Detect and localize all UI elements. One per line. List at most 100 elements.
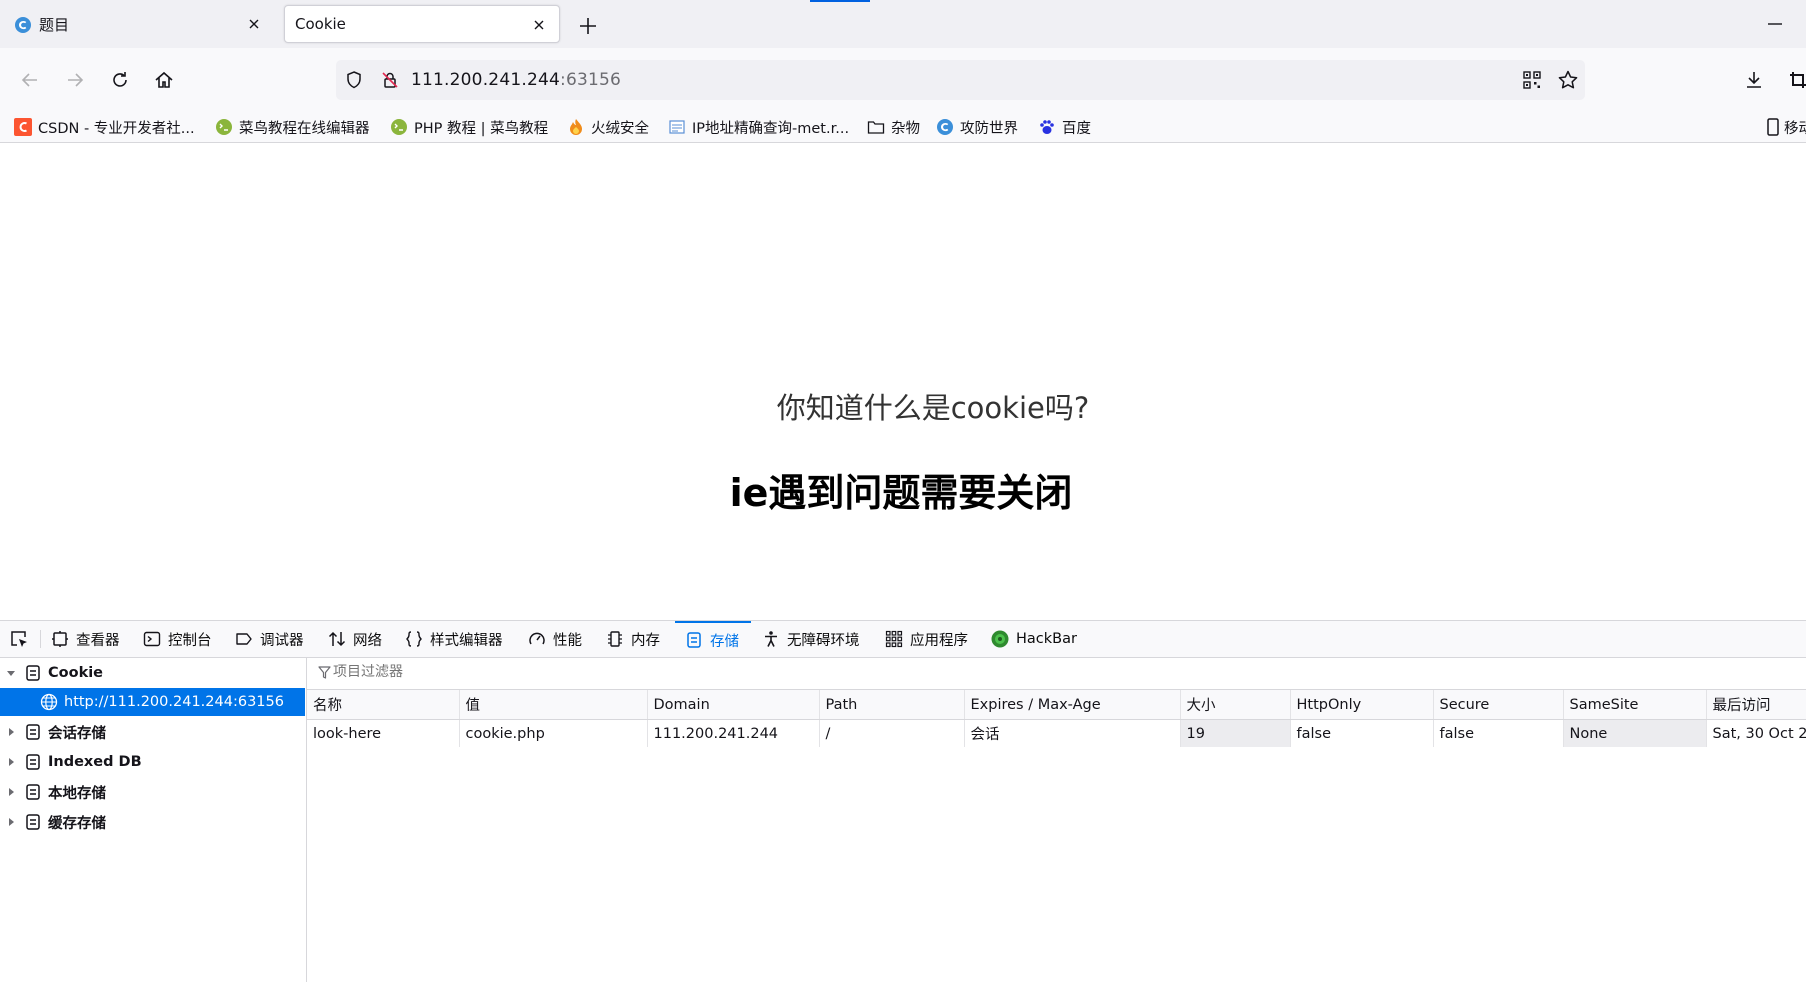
bookmark-label: CSDN - 专业开发者社... [38, 120, 195, 137]
page-question-label: 你知道什么是cookie吗? [776, 391, 1090, 425]
url-text[interactable]: 111.200.241.244:63156 [411, 70, 621, 90]
devtools-tab-performance[interactable]: 性能 [528, 621, 582, 657]
tree-item-indexed-db[interactable]: Indexed DB [0, 748, 306, 776]
cell-value[interactable]: cookie.php [459, 719, 648, 747]
collapsed-arrow-icon[interactable] [6, 757, 16, 767]
collapsed-arrow-icon[interactable] [6, 817, 16, 827]
screenshot-crop-icon[interactable] [1788, 69, 1806, 91]
download-icon[interactable] [1743, 69, 1765, 91]
devtools-tab-label: 无障碍环境 [787, 632, 860, 649]
minimize-window-icon[interactable] [1765, 18, 1785, 30]
tree-item-local-storage[interactable]: 本地存储 [0, 778, 306, 806]
page-icon [669, 120, 685, 134]
huorong-icon [570, 119, 582, 135]
cell-size[interactable]: 19 [1180, 719, 1291, 747]
collapsed-arrow-icon[interactable] [6, 787, 16, 797]
tree-item-label: 会话存储 [48, 725, 106, 742]
column-header-domain[interactable]: Domain [647, 690, 820, 720]
devtools-tab-debugger[interactable]: 调试器 [235, 621, 304, 657]
storage-icon [687, 632, 701, 648]
bookmark-php-tutorial[interactable]: PHP 教程 | 菜鸟教程 [390, 112, 548, 142]
devtools-tab-console[interactable]: 控制台 [143, 621, 212, 657]
cell-secure[interactable]: false [1433, 719, 1564, 747]
expanded-arrow-icon[interactable] [6, 668, 16, 678]
qr-code-icon[interactable] [1522, 70, 1542, 90]
accessibility-icon [765, 631, 777, 647]
column-header-httponly[interactable]: HttpOnly [1290, 690, 1434, 720]
bookmark-csdn[interactable]: CSDN - 专业开发者社... [14, 112, 195, 142]
column-header-size[interactable]: 大小 [1180, 690, 1291, 720]
bookmark-label: 菜鸟教程在线编辑器 [239, 120, 370, 137]
tab-drag-indicator [810, 0, 870, 2]
runoob-icon [216, 119, 232, 135]
performance-icon [529, 632, 545, 645]
table-row[interactable]: look-here cookie.php 111.200.241.244 / 会… [307, 719, 1806, 747]
application-icon [885, 630, 903, 648]
hackbar-icon [991, 630, 1009, 648]
column-header-value[interactable]: 值 [459, 690, 648, 720]
bookmark-mobile[interactable]: 移动 [1766, 112, 1806, 142]
cell-path[interactable]: / [819, 719, 965, 747]
tree-item-cookies[interactable]: Cookie [0, 659, 306, 687]
column-header-path[interactable]: Path [819, 690, 965, 720]
devtools-tab-label: 调试器 [260, 632, 304, 649]
tab-topic[interactable]: 题目 [6, 5, 274, 43]
collapsed-arrow-icon[interactable] [6, 727, 16, 737]
column-header-secure[interactable]: Secure [1433, 690, 1564, 720]
globe-icon [937, 119, 953, 135]
column-header-expires[interactable]: Expires / Max-Age [964, 690, 1181, 720]
devtools-tab-label: 控制台 [168, 632, 212, 649]
new-tab-icon[interactable] [576, 14, 600, 38]
storage-icon [26, 724, 40, 740]
shield-icon[interactable] [344, 70, 364, 90]
url-host: 111.200.241.244 [411, 70, 561, 90]
storage-icon [26, 784, 40, 800]
bookmark-label: 杂物 [891, 120, 920, 137]
baidu-icon [1040, 120, 1054, 134]
bookmark-huorong[interactable]: 火绒安全 [567, 112, 649, 142]
bookmark-label: 攻防世界 [960, 120, 1018, 137]
tree-item-label: 本地存储 [48, 785, 106, 802]
bookmark-star-icon[interactable] [1557, 69, 1579, 91]
bookmark-ip-lookup[interactable]: IP地址精确查询-met.r... [668, 112, 849, 142]
column-header-samesite[interactable]: SameSite [1563, 690, 1707, 720]
reload-icon[interactable] [109, 69, 131, 91]
devtools-tab-label: 网络 [353, 632, 382, 649]
folder-icon [867, 121, 885, 134]
back-icon[interactable] [19, 69, 41, 91]
tree-item-session-storage[interactable]: 会话存储 [0, 718, 306, 746]
devtools-tab-storage[interactable]: 存储 [675, 621, 751, 657]
insecure-lock-icon[interactable] [380, 70, 400, 90]
bookmark-folder-misc[interactable]: 杂物 [867, 112, 920, 142]
devtools-tab-hackbar[interactable]: HackBar [991, 621, 1077, 657]
cell-expires[interactable]: 会话 [964, 719, 1181, 747]
bookmark-adworld[interactable]: 攻防世界 [936, 112, 1018, 142]
devtools-tab-application[interactable]: 应用程序 [885, 621, 968, 657]
devtools-tab-style-editor[interactable]: 样式编辑器 [405, 621, 503, 657]
devtools-tab-memory[interactable]: 内存 [606, 621, 660, 657]
element-picker-icon[interactable] [9, 629, 29, 649]
home-icon[interactable] [153, 69, 175, 91]
storage-icon [26, 754, 40, 770]
cell-name[interactable]: look-here [307, 719, 460, 747]
bookmark-label: 火绒安全 [591, 120, 649, 137]
bookmark-baidu[interactable]: 百度 [1038, 112, 1091, 142]
cell-domain[interactable]: 111.200.241.244 [647, 719, 820, 747]
devtools-tab-accessibility[interactable]: 无障碍环境 [762, 621, 860, 657]
storage-icon [26, 814, 40, 830]
tree-item-cookie-host[interactable]: http://111.200.241.244:63156 [0, 688, 305, 716]
tab-cookie[interactable]: Cookie [284, 5, 560, 43]
cell-last-accessed[interactable]: Sat, 30 Oct 2021 [1706, 719, 1806, 747]
cell-httponly[interactable]: false [1290, 719, 1434, 747]
filter-input[interactable] [333, 664, 733, 680]
devtools-tab-inspector[interactable]: 查看器 [51, 621, 120, 657]
forward-icon[interactable] [64, 69, 86, 91]
devtools-tab-network[interactable]: 网络 [328, 621, 382, 657]
close-tab-icon[interactable] [531, 17, 547, 33]
bookmark-runoob-editor[interactable]: 菜鸟教程在线编辑器 [215, 112, 370, 142]
column-header-last-accessed[interactable]: 最后访问 [1706, 690, 1806, 720]
cell-samesite[interactable]: None [1563, 719, 1707, 747]
close-tab-icon[interactable] [246, 16, 262, 32]
column-header-name[interactable]: 名称 [307, 690, 460, 720]
tree-item-cache-storage[interactable]: 缓存存储 [0, 808, 306, 836]
